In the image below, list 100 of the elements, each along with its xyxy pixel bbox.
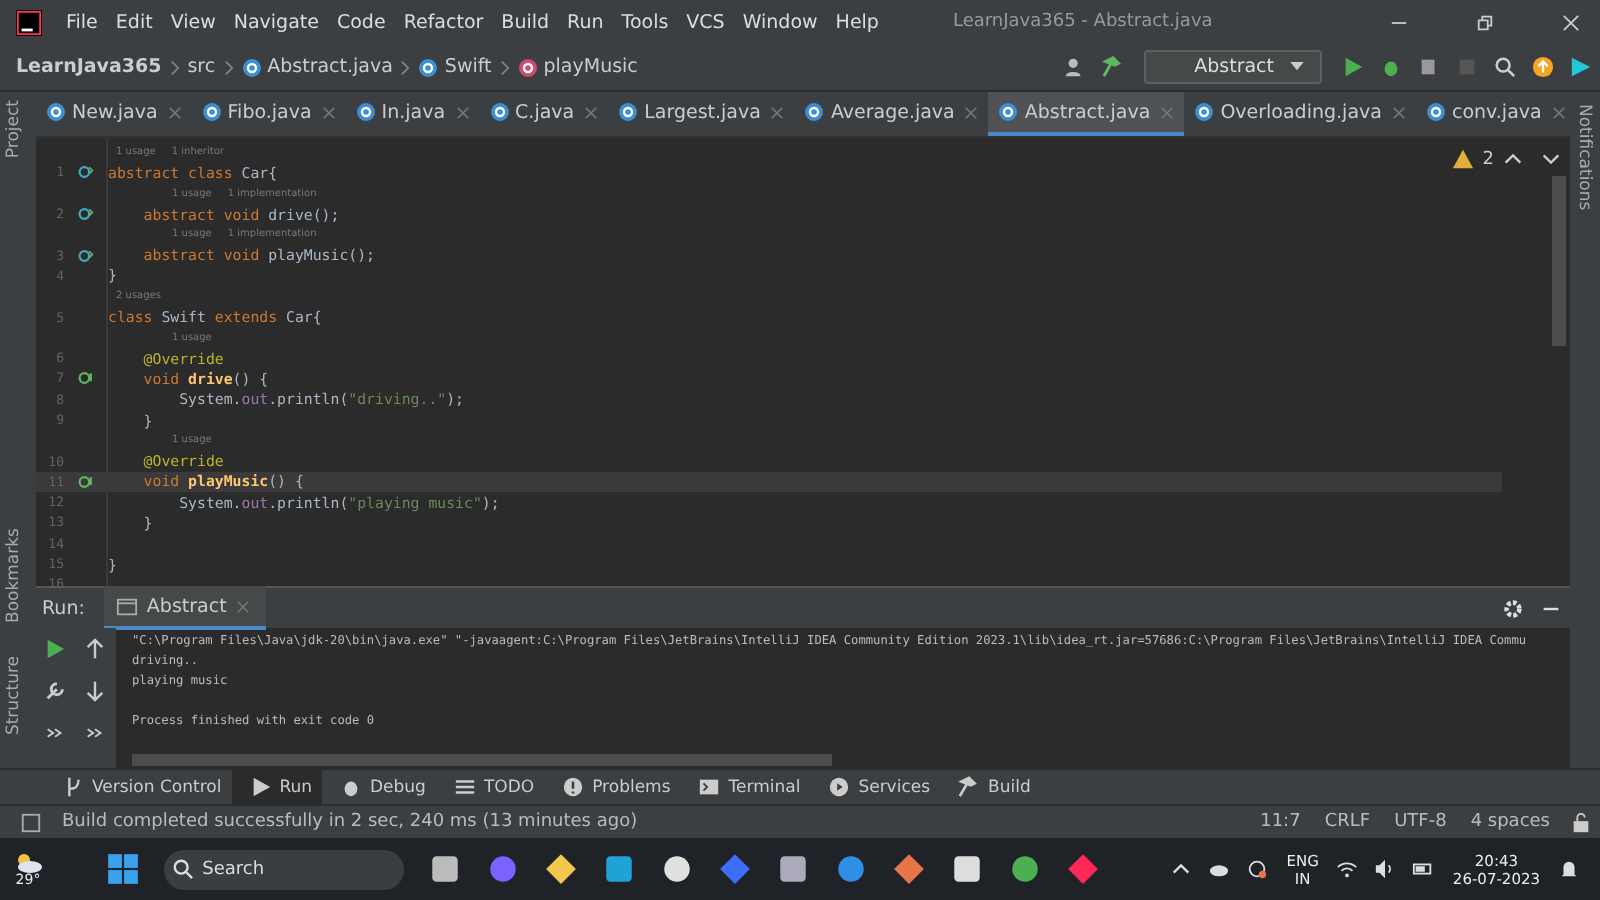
menu-item[interactable]: Run xyxy=(567,11,604,33)
implemented-icon[interactable] xyxy=(78,247,94,264)
speaker-icon[interactable] xyxy=(1374,858,1397,880)
implemented-icon[interactable] xyxy=(78,164,94,181)
close-icon[interactable] xyxy=(1562,13,1580,31)
diamond-icon[interactable] xyxy=(892,852,927,886)
tool-window-button[interactable]: Build xyxy=(940,770,1041,804)
chevron-down-icon[interactable] xyxy=(1540,148,1562,170)
chevron-right-icon xyxy=(400,59,411,75)
tool-window-tab[interactable]: Structure xyxy=(4,656,24,736)
menu-item[interactable]: Build xyxy=(501,11,550,33)
horizontal-scrollbar[interactable] xyxy=(132,754,832,766)
tool-window-button[interactable]: Version Control xyxy=(44,770,232,804)
tool-window-button[interactable]: TODO xyxy=(435,770,545,804)
run-tab[interactable]: Abstract xyxy=(104,586,267,630)
run-configuration-dropdown[interactable]: Abstract xyxy=(1144,50,1322,84)
menu-item[interactable]: Help xyxy=(835,11,879,33)
tool-window-label: TODO xyxy=(483,777,535,797)
breadcrumb[interactable]: playMusic xyxy=(543,56,638,78)
hammer-icon[interactable] xyxy=(1102,56,1125,78)
tool-window-label: Services xyxy=(858,777,931,797)
menu-item[interactable]: Code xyxy=(336,11,386,33)
coverage-icon[interactable] xyxy=(1418,56,1440,78)
panel-toggle-icon[interactable] xyxy=(20,811,42,833)
warning-count[interactable]: 2 xyxy=(1482,149,1494,169)
breadcrumb[interactable]: src xyxy=(187,56,216,78)
tool-window-label: Build xyxy=(988,777,1031,797)
bell-icon[interactable] xyxy=(1558,858,1581,880)
search-icon[interactable] xyxy=(1494,56,1516,78)
arrow-down-icon[interactable] xyxy=(84,680,106,702)
tool-window-button[interactable]: Services xyxy=(810,770,941,804)
class-icon xyxy=(418,57,439,77)
overrides-icon[interactable] xyxy=(78,473,94,490)
menu-item[interactable]: Edit xyxy=(115,11,153,33)
menu-item[interactable]: View xyxy=(170,11,216,33)
overrides-icon[interactable] xyxy=(78,370,94,387)
settings-icon[interactable] xyxy=(1502,597,1524,619)
tool-window-label: Terminal xyxy=(728,777,801,797)
tool-window-label: Debug xyxy=(370,777,426,797)
tab-label: Largest.java xyxy=(644,101,761,123)
breadcrumb[interactable]: Swift xyxy=(444,56,492,78)
weather-icon[interactable] xyxy=(12,850,44,874)
wifi-icon[interactable] xyxy=(1336,858,1359,880)
window-icon xyxy=(116,595,139,617)
class-icon xyxy=(998,102,1019,122)
tool-window-tab[interactable]: Bookmarks xyxy=(4,528,24,623)
plugin-icon[interactable] xyxy=(1570,56,1592,78)
tool-window-tab[interactable]: Notifications xyxy=(1574,104,1594,211)
tool-window-button[interactable]: Problems xyxy=(544,770,681,804)
battery-icon[interactable] xyxy=(1412,858,1435,880)
class-icon xyxy=(355,102,376,122)
method-icon xyxy=(517,57,538,77)
menu-item[interactable]: Tools xyxy=(621,11,669,33)
update-icon[interactable] xyxy=(1532,56,1554,78)
breadcrumb[interactable]: Abstract.java xyxy=(267,56,393,78)
info-icon xyxy=(562,776,585,798)
status-item[interactable]: UTF-8 xyxy=(1394,812,1447,832)
tool-window-button[interactable]: Debug xyxy=(322,770,436,804)
file-tab[interactable]: Abstract.java xyxy=(988,92,1185,136)
menu-item[interactable]: Refactor xyxy=(403,11,484,33)
run-icon[interactable] xyxy=(1342,56,1364,78)
status-item[interactable]: CRLF xyxy=(1324,812,1371,832)
file-tab[interactable]: Average.java xyxy=(794,92,989,136)
breadcrumb[interactable]: LearnJava365 xyxy=(16,56,162,78)
menu-item[interactable]: VCS xyxy=(686,11,725,33)
menu-item[interactable]: Navigate xyxy=(233,11,319,33)
file-tab[interactable]: In.java xyxy=(345,92,480,136)
start-icon[interactable] xyxy=(106,852,141,886)
file-tab[interactable]: C.java xyxy=(479,92,609,136)
file-tab[interactable]: conv.java xyxy=(1415,92,1576,136)
tab-label: In.java xyxy=(381,101,446,123)
warning-icon[interactable] xyxy=(1452,148,1475,170)
file-tab[interactable]: Overloading.java xyxy=(1184,92,1416,136)
tab-label: conv.java xyxy=(1451,101,1542,123)
run-icon[interactable] xyxy=(44,638,66,660)
file-tab[interactable]: New.java xyxy=(36,92,192,136)
tool-window-label: Run xyxy=(279,777,312,797)
status-item[interactable]: 11:7 xyxy=(1260,812,1301,832)
tool-window-button[interactable]: Terminal xyxy=(680,770,811,804)
menu-item[interactable]: File xyxy=(66,11,98,33)
status-item[interactable]: 4 spaces xyxy=(1470,812,1550,832)
tool-window-tab[interactable]: Project xyxy=(4,100,24,159)
file-tab[interactable]: Largest.java xyxy=(608,92,795,136)
restore-icon[interactable] xyxy=(1476,13,1494,31)
file-tab[interactable]: Fibo.java xyxy=(191,92,346,136)
tool-window-button[interactable]: Run xyxy=(231,770,322,804)
tab-label: Fibo.java xyxy=(227,101,312,123)
class-icon xyxy=(201,102,222,122)
scrollbar[interactable] xyxy=(1552,176,1566,346)
services-icon xyxy=(828,776,851,798)
wrench-icon[interactable] xyxy=(44,680,66,702)
menu-item[interactable]: Window xyxy=(742,11,818,33)
tool-window-label: Problems xyxy=(592,777,671,797)
search-field[interactable]: Search xyxy=(164,849,405,889)
arrow-up-icon[interactable] xyxy=(84,638,106,660)
branch-icon xyxy=(62,776,84,798)
tab-label: Abstract xyxy=(146,595,227,617)
lock-icon[interactable] xyxy=(1570,811,1592,833)
hammer-icon xyxy=(958,776,981,798)
implemented-icon[interactable] xyxy=(78,206,94,223)
